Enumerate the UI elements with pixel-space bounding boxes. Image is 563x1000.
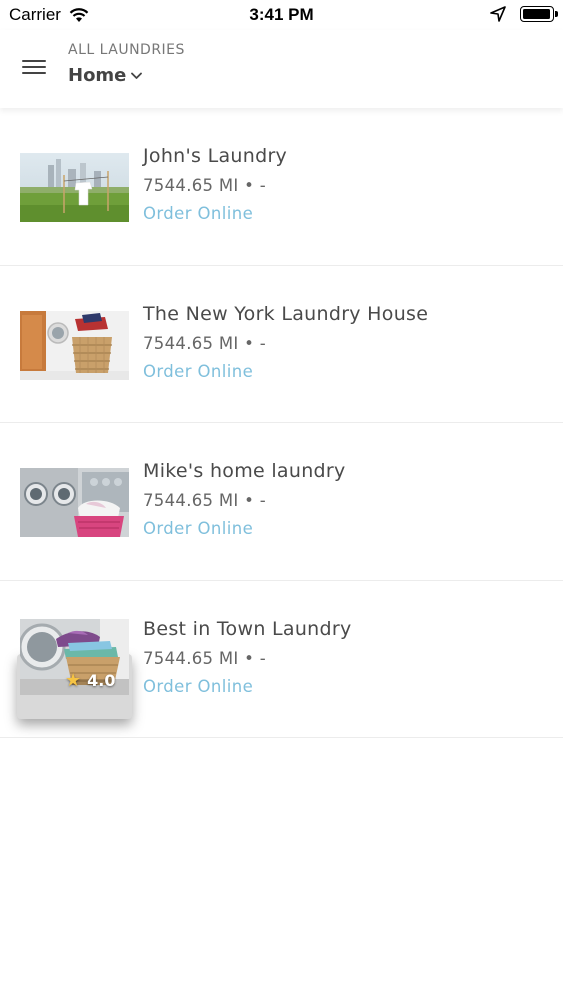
chevron-down-icon [131,72,143,79]
rating-value: 4.0 [87,670,116,690]
laundry-distance: 7544.65 MI • - [143,491,266,510]
laundry-distance: 7544.65 MI • - [143,648,266,668]
list-item[interactable]: The New York Laundry House 7544.65 MI • … [0,266,563,423]
app-header: ALL LAUNDRIES Home [0,30,563,108]
status-icons [490,6,558,22]
rating-badge: ★ 4.0 [65,670,115,691]
laundry-distance: 7544.65 MI • - [143,176,266,195]
laundry-info: John's Laundry 7544.65 MI • - Order Onli… [143,145,287,223]
list-item[interactable]: ★ 4.0 Best in Town Laundry 7544.65 MI • … [0,581,563,738]
star-icon: ★ [65,669,82,691]
laundry-thumbnail [20,310,129,380]
laundry-info: The New York Laundry House 7544.65 MI • … [143,303,428,381]
laundry-name: The New York Laundry House [143,302,429,325]
list-item[interactable]: Mike's home laundry 7544.65 MI • - Order… [0,423,563,581]
menu-icon[interactable] [22,60,46,78]
laundry-info: Best in Town Laundry 7544.65 MI • - Orde… [143,618,352,696]
battery-icon [520,6,558,22]
order-online-link[interactable]: Order Online [143,677,352,696]
list-item[interactable]: John's Laundry 7544.65 MI • - Order Onli… [0,108,563,266]
order-online-link[interactable]: Order Online [143,204,287,223]
laundry-name: Mike's home laundry [143,460,346,482]
laundry-thumbnail [20,153,129,222]
status-bar: Carrier 3:41 PM [0,0,563,30]
laundry-thumbnail: ★ 4.0 [20,618,129,695]
location-arrow-icon [490,6,506,22]
laundry-list: John's Laundry 7544.65 MI • - Order Onli… [0,108,563,738]
order-online-link[interactable]: Order Online [143,362,428,381]
order-online-link[interactable]: Order Online [143,519,346,538]
laundry-distance: 7544.65 MI • - [143,333,266,353]
laundry-thumbnail [20,468,129,537]
laundry-name: Best in Town Laundry [143,617,352,640]
location-selector[interactable]: Home [68,65,143,86]
laundry-info: Mike's home laundry 7544.65 MI • - Order… [143,460,346,538]
clock: 3:41 PM [249,5,314,24]
header-overline: ALL LAUNDRIES [68,42,185,58]
laundry-name: John's Laundry [143,145,288,167]
location-label: Home [68,65,127,86]
